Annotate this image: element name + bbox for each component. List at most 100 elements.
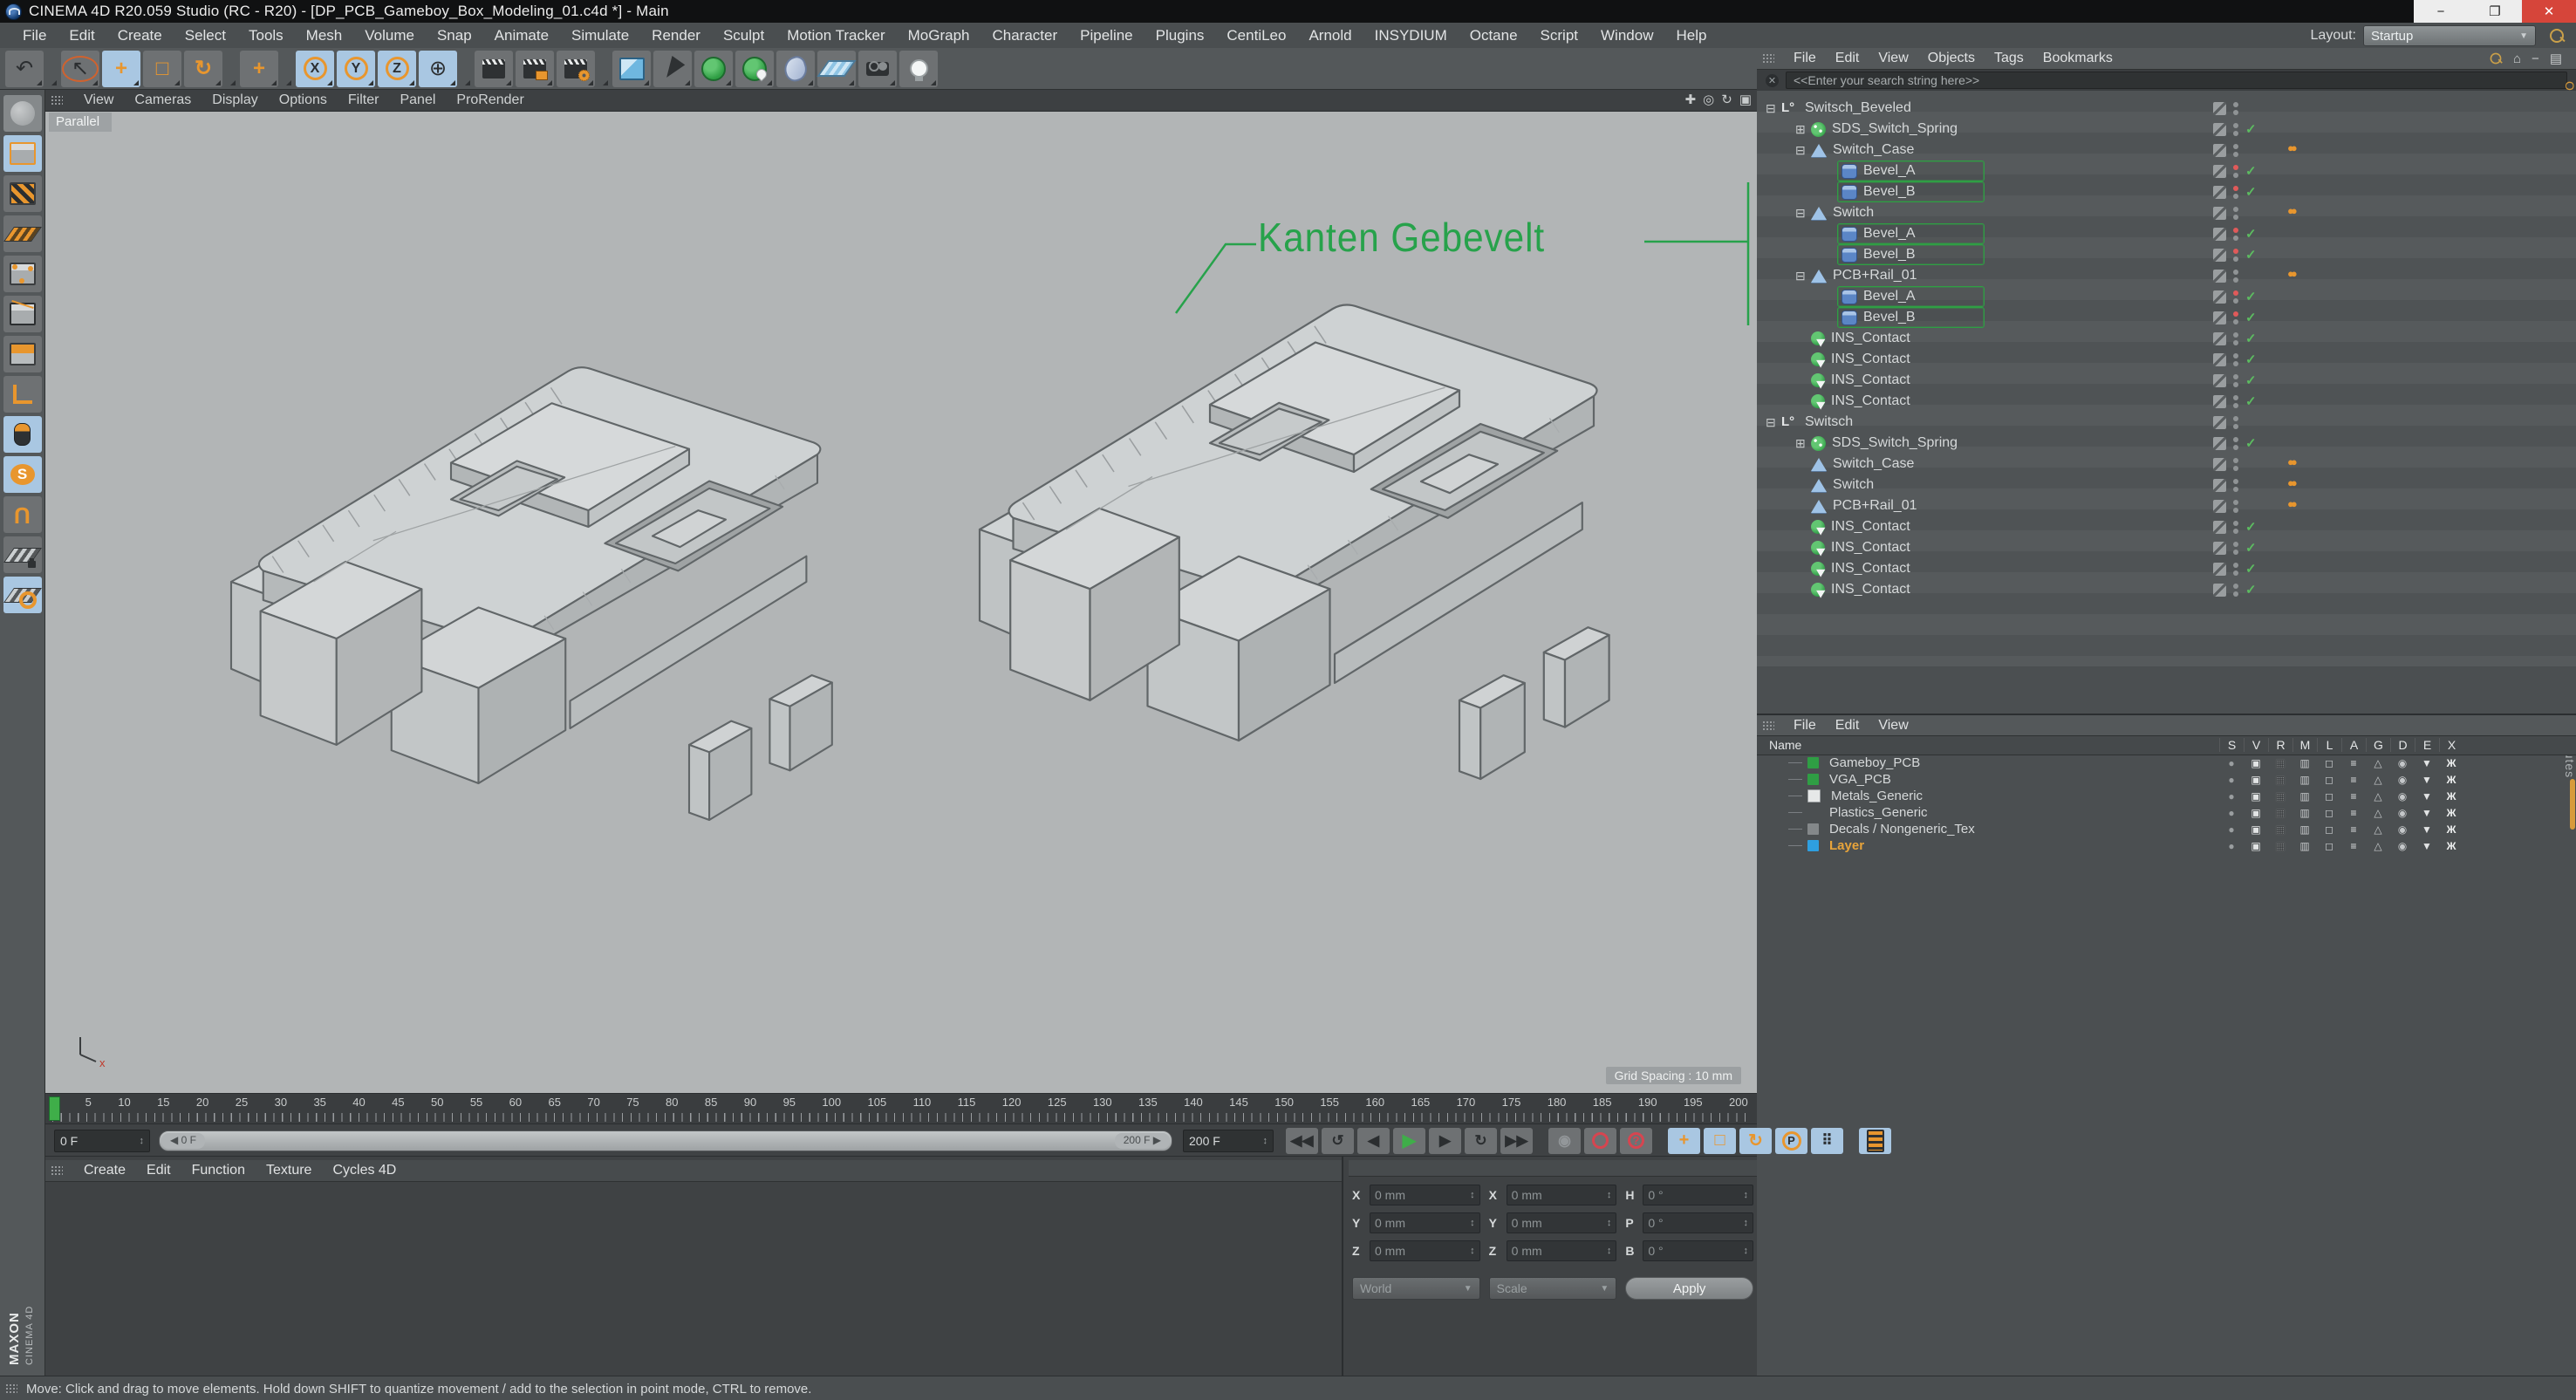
visibility-dots-icon[interactable] — [2233, 165, 2238, 178]
object-label[interactable]: Switsch — [1805, 414, 1853, 430]
expressions-icon[interactable] — [2415, 774, 2439, 786]
lock-icon[interactable] — [2317, 807, 2341, 819]
layer-color-chip[interactable] — [1807, 807, 1819, 818]
object-tree-row[interactable]: Bevel_A ✓ — [1757, 286, 2576, 307]
animation-icon[interactable] — [2341, 757, 2366, 769]
object-tree-row[interactable]: Bevel_B ✓ — [1757, 244, 2576, 265]
layer-label[interactable]: Layer — [1829, 838, 1864, 853]
end-frame-field[interactable]: 200 F ↕ — [1183, 1130, 1274, 1152]
material-menu-item[interactable]: Edit — [147, 1163, 171, 1178]
toggle-view-icon[interactable]: ▣ — [1739, 92, 1752, 107]
menu-item[interactable]: Plugins — [1156, 27, 1205, 44]
spinner-icon[interactable]: ↕ — [1744, 1190, 1749, 1200]
expander-icon[interactable]: ⊟ — [1766, 415, 1781, 430]
viewport-menu-item[interactable]: Panel — [400, 92, 435, 108]
expander-icon[interactable]: ⊞ — [1795, 436, 1811, 451]
object-label[interactable]: Switch — [1833, 205, 1874, 221]
material-menu-item[interactable]: Create — [84, 1163, 126, 1178]
layer-chip-icon[interactable] — [2213, 563, 2226, 576]
tag-dots-icon[interactable]: ●● — [2287, 204, 2322, 217]
generators-icon[interactable] — [2366, 807, 2390, 819]
layer-label[interactable]: Plastics_Generic — [1829, 805, 1928, 820]
object-label[interactable]: SDS_Switch_Spring — [1832, 435, 1958, 451]
object-label[interactable]: Bevel_B — [1863, 310, 1916, 325]
lock-icon[interactable] — [2317, 757, 2341, 769]
layer-color-chip[interactable] — [1807, 840, 1819, 851]
object-menu-item[interactable]: Bookmarks — [2043, 51, 2113, 66]
layer-label[interactable]: Gameboy_PCB — [1829, 755, 1920, 770]
coord-input[interactable]: 0 ° ↕ — [1643, 1185, 1753, 1205]
previous-frame-button[interactable]: ◀ — [1357, 1128, 1390, 1154]
layer-chip-icon[interactable] — [2213, 458, 2226, 471]
axis-mode-icon[interactable] — [3, 376, 42, 413]
solo-icon[interactable] — [2219, 774, 2244, 786]
expressions-icon[interactable] — [2415, 790, 2439, 802]
expressions-icon[interactable] — [2415, 757, 2439, 769]
expressions-icon[interactable] — [2415, 807, 2439, 819]
view-icon[interactable] — [2244, 840, 2268, 852]
managers-icon[interactable] — [2292, 807, 2317, 819]
object-menu-item[interactable]: Objects — [1928, 51, 1975, 66]
visibility-dots-icon[interactable] — [2233, 123, 2238, 136]
visibility-dots-icon[interactable] — [2233, 311, 2238, 324]
expander-icon[interactable]: ⊞ — [1795, 122, 1811, 137]
object-label[interactable]: INS_Contact — [1831, 372, 1910, 388]
visibility-dots-icon[interactable] — [2233, 584, 2238, 597]
visibility-dots-icon[interactable] — [2233, 270, 2238, 283]
coord-input[interactable]: 0 mm ↕ — [1507, 1240, 1617, 1261]
snap-settings-icon[interactable] — [3, 496, 42, 533]
rotate-tool-icon[interactable]: ↻ — [184, 51, 222, 87]
spinner-icon[interactable]: ↕ — [140, 1136, 145, 1146]
sep[interactable] — [281, 51, 293, 87]
drag-handle-icon[interactable] — [51, 1165, 63, 1176]
visibility-dots-icon[interactable] — [2233, 249, 2238, 262]
xref-icon[interactable] — [2439, 757, 2463, 769]
xref-icon[interactable] — [2439, 774, 2463, 786]
lock-workplane-icon[interactable] — [3, 536, 42, 573]
slider-left-grip[interactable]: ◀ 0 F — [161, 1133, 205, 1149]
menu-item[interactable]: Mesh — [306, 27, 343, 44]
sep[interactable] — [598, 51, 610, 87]
layer-chip-icon[interactable] — [2213, 144, 2226, 157]
coord-input[interactable]: 0 mm ↕ — [1507, 1212, 1617, 1233]
expander-icon[interactable]: ⊟ — [1766, 101, 1781, 116]
spinner-icon[interactable]: ↕ — [1263, 1136, 1268, 1146]
view-icon[interactable] — [2244, 790, 2268, 802]
drag-handle-icon[interactable] — [1762, 720, 1774, 731]
enabled-check-icon[interactable]: ✓ — [2245, 372, 2259, 388]
menu-item[interactable]: MoGraph — [908, 27, 970, 44]
timeline-slider[interactable]: ◀ 0 F 200 F ▶ — [159, 1130, 1172, 1151]
deformers-icon[interactable] — [2390, 790, 2415, 802]
layer-chip-icon[interactable] — [2213, 416, 2226, 429]
expressions-icon[interactable] — [2415, 823, 2439, 836]
zoom-view-icon[interactable]: ◎ — [1703, 92, 1714, 107]
object-label[interactable]: Switch_Case — [1833, 456, 1914, 472]
visibility-dots-icon[interactable] — [2233, 500, 2238, 513]
object-menu-item[interactable]: Tags — [1994, 51, 2024, 66]
subdivision-surface-icon[interactable] — [694, 51, 733, 87]
layer-chip-icon[interactable] — [2213, 102, 2226, 115]
tag-dots-icon[interactable]: ●● — [2287, 497, 2322, 510]
volume-builder-icon[interactable] — [776, 51, 815, 87]
layer-label[interactable]: Metals_Generic — [1831, 789, 1923, 803]
deformers-icon[interactable] — [2390, 840, 2415, 852]
enabled-check-icon[interactable]: ✓ — [2245, 561, 2259, 577]
texture-mode-icon[interactable] — [3, 175, 42, 212]
generators-icon[interactable] — [2366, 823, 2390, 836]
layer-chip-icon[interactable] — [2213, 437, 2226, 450]
object-tree-row[interactable]: Switch ●● — [1757, 475, 2576, 495]
layer-color-chip[interactable] — [1807, 789, 1821, 802]
object-tree-row[interactable]: ⊟ Switsch_Beveled — [1757, 98, 2576, 119]
coord-input[interactable]: 0 mm ↕ — [1370, 1240, 1480, 1261]
menu-item[interactable]: File — [23, 27, 46, 44]
light-icon[interactable] — [899, 51, 938, 87]
lock-icon[interactable] — [2317, 823, 2341, 836]
object-label[interactable]: INS_Contact — [1831, 352, 1910, 367]
object-tree-row[interactable]: Switch_Case ●● — [1757, 454, 2576, 475]
solo-icon[interactable] — [2219, 840, 2244, 852]
viewport-menu-item[interactable]: Options — [279, 92, 327, 108]
object-tree-row[interactable]: Bevel_A ✓ — [1757, 223, 2576, 244]
managers-icon[interactable] — [2292, 757, 2317, 769]
enabled-check-icon[interactable]: ✓ — [2245, 289, 2259, 304]
layer-chip-icon[interactable] — [2213, 584, 2226, 597]
